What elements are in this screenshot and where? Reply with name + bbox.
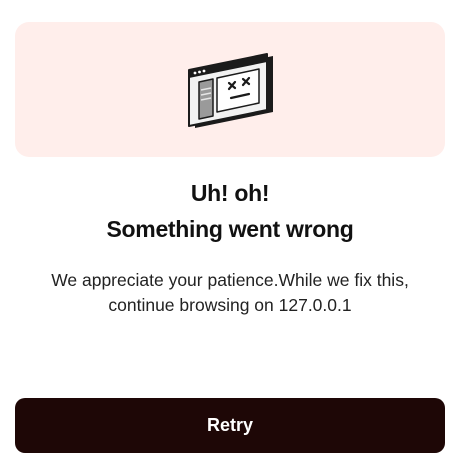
error-message-line: We appreciate your patience.While we fix… <box>51 270 409 290</box>
error-message: We appreciate your patience.While we fix… <box>15 268 445 318</box>
error-page: Uh! oh! Something went wrong We apprecia… <box>0 0 476 468</box>
error-subheading: Something went wrong <box>106 216 354 242</box>
browser-window-error-icon <box>188 53 273 128</box>
retry-button[interactable]: Retry <box>15 398 445 453</box>
error-heading: Uh! oh! <box>190 180 270 206</box>
error-message-line: continue browsing on 127.0.0.1 <box>108 295 352 315</box>
